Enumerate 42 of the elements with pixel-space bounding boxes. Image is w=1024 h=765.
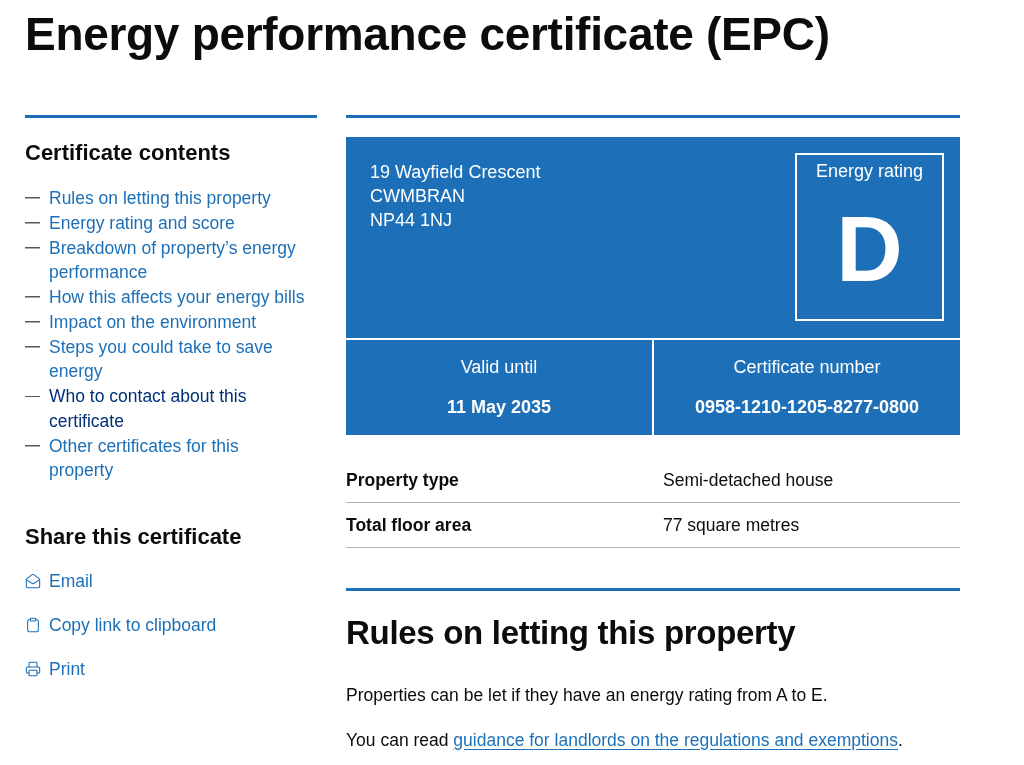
contents-link[interactable]: Rules on letting this property: [49, 185, 271, 210]
fact-value: 11 May 2035: [446, 395, 552, 419]
contents-link[interactable]: Who to contact about this certificate: [49, 384, 308, 434]
rating-letter: D: [836, 198, 903, 299]
contents-link[interactable]: Other certificates for this property: [49, 433, 308, 483]
table-cell-text: Total floor area: [346, 513, 473, 537]
table-cell-text: Property type: [346, 468, 460, 492]
contents-heading: Certificate contents: [25, 138, 231, 167]
contents-link[interactable]: Steps you could take to save energy: [49, 335, 308, 384]
share-heading: Share this certificate: [25, 523, 242, 552]
dash-icon: [25, 247, 40, 249]
dash-icon: [25, 445, 40, 447]
address-line: NP44 1NJ: [370, 208, 454, 232]
dash-icon: [25, 395, 40, 398]
rating-label: Energy rating: [815, 159, 924, 183]
contents-link[interactable]: How this affects your energy bills: [49, 285, 305, 310]
table-cell-text: 77 square metres: [663, 513, 800, 537]
dash-icon: [25, 197, 40, 199]
share-link[interactable]: Print: [49, 657, 85, 682]
contents-link[interactable]: Breakdown of property’s energy performance: [49, 235, 308, 285]
dash-icon: [25, 222, 40, 224]
address-line: CWMBRAN: [370, 184, 466, 208]
share-link[interactable]: Email: [49, 569, 93, 594]
fact-label: Valid until: [460, 355, 538, 379]
clipboard-icon: [25, 617, 41, 634]
dash-icon: [25, 346, 40, 348]
contents-link[interactable]: Impact on the environment: [49, 310, 257, 335]
section-heading: Rules on letting this property: [346, 612, 796, 653]
fact-label: Certificate number: [733, 355, 881, 379]
dash-icon: [25, 321, 40, 323]
guidance-link[interactable]: guidance for landlords on the regulations and exemptions: [453, 729, 898, 750]
body-text: Properties can be let if they have an energy rating from A to E.: [346, 683, 829, 707]
envelope-icon: [25, 573, 41, 590]
table-cell-text: Semi-detached house: [663, 468, 834, 492]
dash-icon: [25, 296, 40, 298]
page-title: Energy performance certificate (EPC): [25, 7, 830, 60]
printer-icon: [25, 661, 41, 678]
fact-value: 0958-1210-1205-8277-0800: [694, 395, 920, 419]
body-text: You can read guidance for landlords on the regulations and exemptions.: [346, 728, 904, 752]
share-link[interactable]: Copy link to clipboard: [49, 613, 217, 638]
contents-link[interactable]: Energy rating and score: [49, 210, 235, 235]
address-line: 19 Wayfield Crescent: [370, 160, 541, 184]
